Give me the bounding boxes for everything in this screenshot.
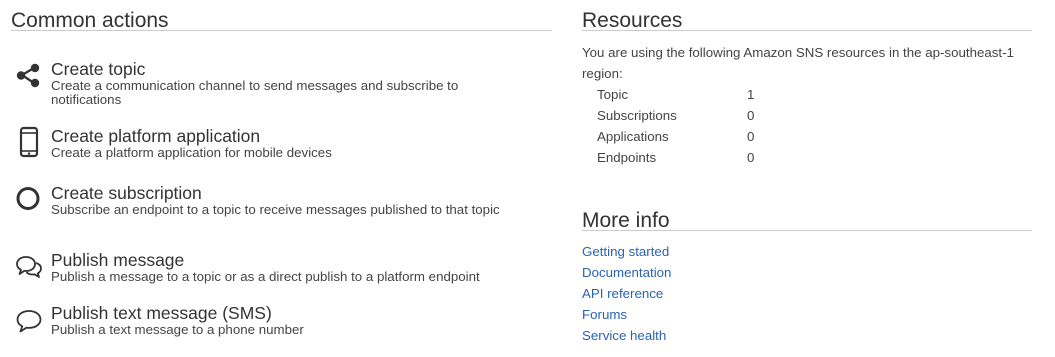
chat-bubbles-icon xyxy=(15,254,42,284)
link-service-health[interactable]: Service health xyxy=(582,325,1032,346)
resource-name: Endpoints xyxy=(597,150,657,165)
action-title[interactable]: Publish text message (SMS) xyxy=(51,303,521,323)
resource-row-subscriptions: Subscriptions 0 xyxy=(597,105,754,126)
link-api-reference[interactable]: API reference xyxy=(582,283,1032,304)
more-info-heading: More info xyxy=(582,209,670,232)
action-description: Publish a text message to a phone number xyxy=(51,322,304,337)
more-info-panel: More info Getting started Documentation … xyxy=(582,200,1032,346)
resource-name: Topic xyxy=(597,87,629,102)
speech-bubble-icon xyxy=(15,309,42,339)
action-description: Create a communication channel to send m… xyxy=(51,78,459,107)
mobile-device-icon xyxy=(15,126,41,158)
resources-heading: Resources xyxy=(582,9,683,32)
common-actions-heading: Common actions xyxy=(11,9,169,32)
resource-count: 0 xyxy=(747,108,755,123)
action-description: Subscribe an endpoint to a topic to rece… xyxy=(51,202,500,217)
common-actions-panel: Common actions Create topic Create a com… xyxy=(11,0,552,337)
resources-header: Resources xyxy=(582,0,1032,32)
link-documentation[interactable]: Documentation xyxy=(582,262,1032,283)
resources-intro: You are using the following Amazon SNS r… xyxy=(582,45,1014,81)
more-info-header: More info xyxy=(582,200,1032,232)
action-title[interactable]: Create subscription xyxy=(51,183,521,203)
common-actions-header: Common actions xyxy=(11,0,552,32)
resource-row-endpoints: Endpoints 0 xyxy=(597,147,754,168)
resources-table: Topic 1 Subscriptions 0 Applications 0 E… xyxy=(597,84,754,168)
link-forums[interactable]: Forums xyxy=(582,304,1032,325)
resource-row-topic: Topic 1 xyxy=(597,84,754,105)
resource-count: 0 xyxy=(747,129,755,144)
resources-panel: Resources You are using the following Am… xyxy=(582,0,1032,343)
action-title[interactable]: Create platform application xyxy=(51,126,521,146)
resource-name: Subscriptions xyxy=(597,108,677,123)
circle-icon xyxy=(15,185,41,215)
action-title[interactable]: Create topic xyxy=(51,59,521,79)
resource-row-applications: Applications 0 xyxy=(597,126,754,147)
share-icon xyxy=(15,61,41,91)
resource-count: 0 xyxy=(747,150,755,165)
resource-count: 1 xyxy=(747,87,755,102)
action-description: Publish a message to a topic or as a dir… xyxy=(51,269,480,284)
action-title[interactable]: Publish message xyxy=(51,250,521,270)
resource-name: Applications xyxy=(597,129,669,144)
more-info-links: Getting started Documentation API refere… xyxy=(582,241,1032,346)
link-getting-started[interactable]: Getting started xyxy=(582,241,1032,262)
action-description: Create a platform application for mobile… xyxy=(51,145,332,160)
